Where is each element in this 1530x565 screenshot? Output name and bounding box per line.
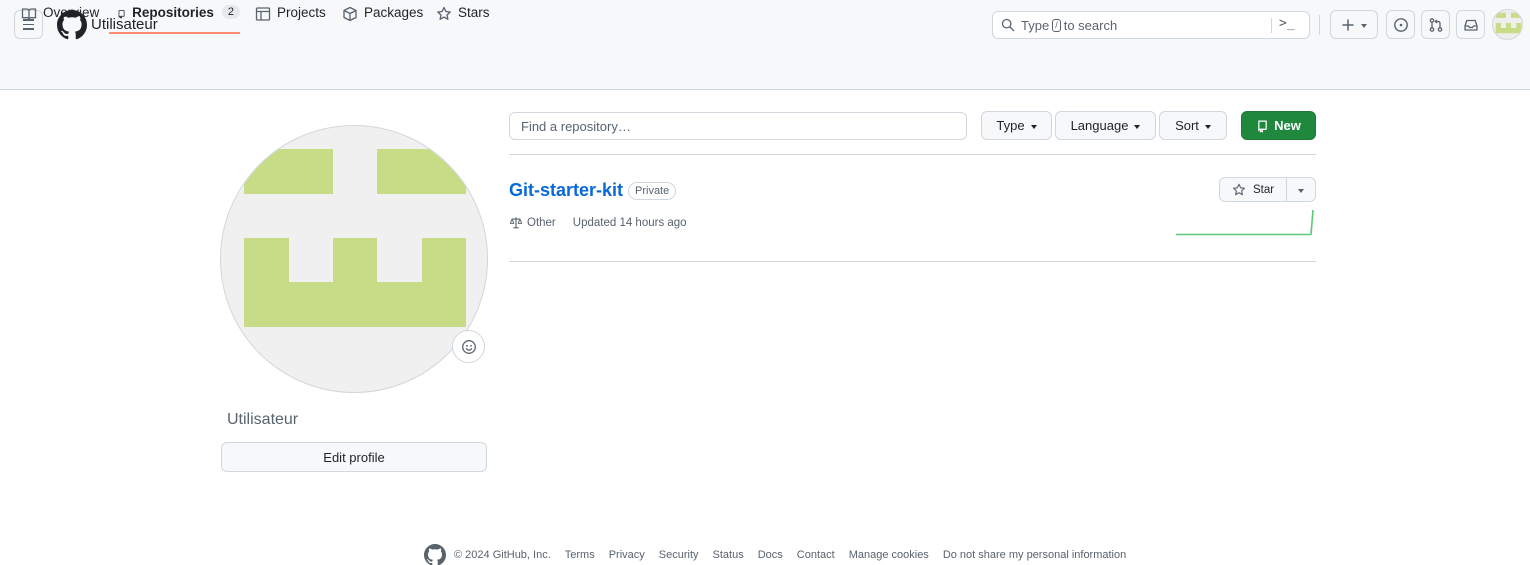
star-list-dropdown[interactable] [1287,178,1315,201]
tab-label: Stars [458,5,490,20]
footer-link-terms[interactable]: Terms [565,549,595,561]
chevron-down-icon [1030,124,1037,129]
search-placeholder: Type / to search [1021,18,1117,33]
footer-link-status[interactable]: Status [713,549,744,561]
user-avatar[interactable] [1492,9,1523,40]
footer-link-docs[interactable]: Docs [758,549,783,561]
header-separator [1319,15,1320,35]
footer-link-manage-cookies[interactable]: Manage cookies [849,549,929,561]
profile-username: Utilisateur [227,411,299,428]
pull-requests-button[interactable] [1421,10,1450,39]
tab-label: Packages [364,5,424,20]
tab-label: Repositories [132,5,214,20]
site-footer: © 2024 GitHub, Inc. Terms Privacy Securi… [424,544,1140,565]
package-icon [343,6,357,22]
footer-link-security[interactable]: Security [659,549,699,561]
updated-timestamp: Updated 14 hours ago [572,217,687,229]
plus-icon [1341,18,1354,31]
search-prefix: Type [1021,18,1050,33]
chevron-down-icon [1360,23,1367,28]
issues-button[interactable] [1386,10,1415,39]
repo-icon [118,10,125,19]
chevron-down-icon [1134,124,1141,129]
star-button[interactable]: Star [1220,178,1287,201]
github-logo-icon[interactable] [424,544,446,565]
global-header: Utilisateur Type / to search >_ Overview… [0,0,1530,90]
smiley-icon [461,339,476,354]
sort-label: Sort [1175,118,1199,133]
identicon-icon [244,149,466,327]
footer-link-privacy[interactable]: Privacy [609,549,645,561]
edit-profile-button[interactable]: Edit profile [221,442,487,472]
book-icon [21,8,37,20]
inbox-icon [1463,19,1478,31]
create-new-button[interactable] [1330,10,1378,39]
tab-label: Overview [43,5,100,20]
language-filter-button[interactable]: Language [1055,111,1156,140]
star-label: Star [1252,183,1275,196]
law-icon [509,217,523,229]
search-shortcut-key: / [1052,19,1061,32]
footer-link-do-not-share[interactable]: Do not share my personal information [943,549,1126,561]
star-icon [1232,183,1245,195]
repository-link[interactable]: Git-starter-kit [509,180,623,201]
profile-avatar[interactable] [220,125,488,393]
chevron-down-icon [1204,124,1211,129]
identicon-icon [1495,12,1522,34]
tab-projects[interactable]: Projects [255,0,326,34]
new-repository-button[interactable]: New [1241,111,1316,140]
footer-link-contact[interactable]: Contact [797,549,835,561]
activity-sparkline [1176,209,1314,236]
tab-packages[interactable]: Packages [342,0,423,34]
type-filter-label: Type [996,118,1025,133]
repo-icon [1258,120,1267,133]
tab-label: Projects [277,5,326,20]
inbox-button[interactable] [1456,10,1485,39]
new-button-label: New [1274,118,1301,133]
git-pull-request-icon [1429,17,1442,32]
divider [509,261,1316,262]
search-divider [1271,18,1272,33]
table-icon [255,7,271,21]
tab-repositories[interactable]: Repositories 2 [109,0,240,34]
divider [509,154,1316,155]
footer-copyright: © 2024 GitHub, Inc. [454,549,551,561]
language-filter-label: Language [1070,118,1129,133]
star-button-group: Star [1219,177,1316,202]
command-palette-icon[interactable]: >_ [1279,16,1295,31]
tab-overview[interactable]: Overview [21,0,99,34]
repositories-count-badge: 2 [221,5,240,19]
issue-opened-icon [1393,17,1408,32]
type-filter-button[interactable]: Type [981,111,1052,140]
global-search[interactable]: Type / to search >_ [992,11,1310,39]
visibility-badge: Private [628,182,677,200]
star-icon [437,6,451,20]
license-label: Other [527,217,556,229]
sort-button[interactable]: Sort [1159,111,1227,140]
license-info: Other [509,216,556,230]
set-status-button[interactable] [452,330,485,363]
search-suffix: to search [1063,18,1118,33]
find-repository-input[interactable] [509,112,967,140]
repository-meta: Other Updated 14 hours ago [509,216,687,230]
tab-stars[interactable]: Stars [436,0,490,34]
search-icon [1001,18,1015,32]
chevron-down-icon [1298,188,1304,193]
